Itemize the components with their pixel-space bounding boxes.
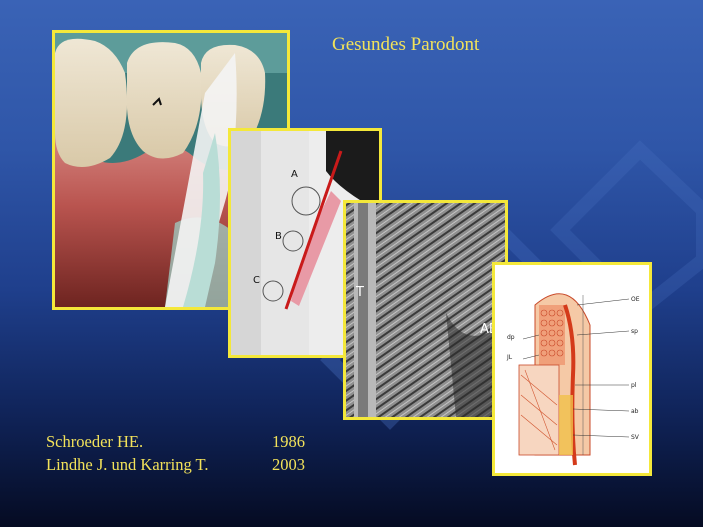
histology-diagram-icon: OE dp JL sp pl ab SV <box>495 265 649 473</box>
reference-year-2: 2003 <box>272 455 305 474</box>
collagen-micrograph: T AB <box>343 200 508 420</box>
histology-label-sp: sp <box>631 328 638 335</box>
schematic-label-a: A <box>291 169 298 180</box>
schematic-label-c: C <box>253 275 260 286</box>
histology-label-sv: SV <box>631 434 640 441</box>
schematic-label-b: B <box>275 231 282 242</box>
slide: Gesundes Parodont A B C T AB OE dp JL sp… <box>0 0 703 527</box>
histology-label-pl: pl <box>631 382 637 389</box>
micrograph-label-t: T <box>355 285 364 300</box>
slide-title: Gesundes Parodont <box>332 34 480 55</box>
histology-label-jl: JL <box>506 354 513 361</box>
histology-label-ab: ab <box>631 408 639 415</box>
reference-author-1: Schroeder HE. <box>46 432 144 451</box>
reference-author-2: Lindhe J. und Karring T. <box>46 455 209 474</box>
collagen-fibers-micrograph-icon: T AB <box>346 203 505 417</box>
histology-label-oe: OE <box>631 296 640 303</box>
histology-label-dp: dp <box>507 334 515 341</box>
reference-year-1: 1986 <box>272 432 305 451</box>
histology-diagram: OE dp JL sp pl ab SV <box>492 262 652 476</box>
